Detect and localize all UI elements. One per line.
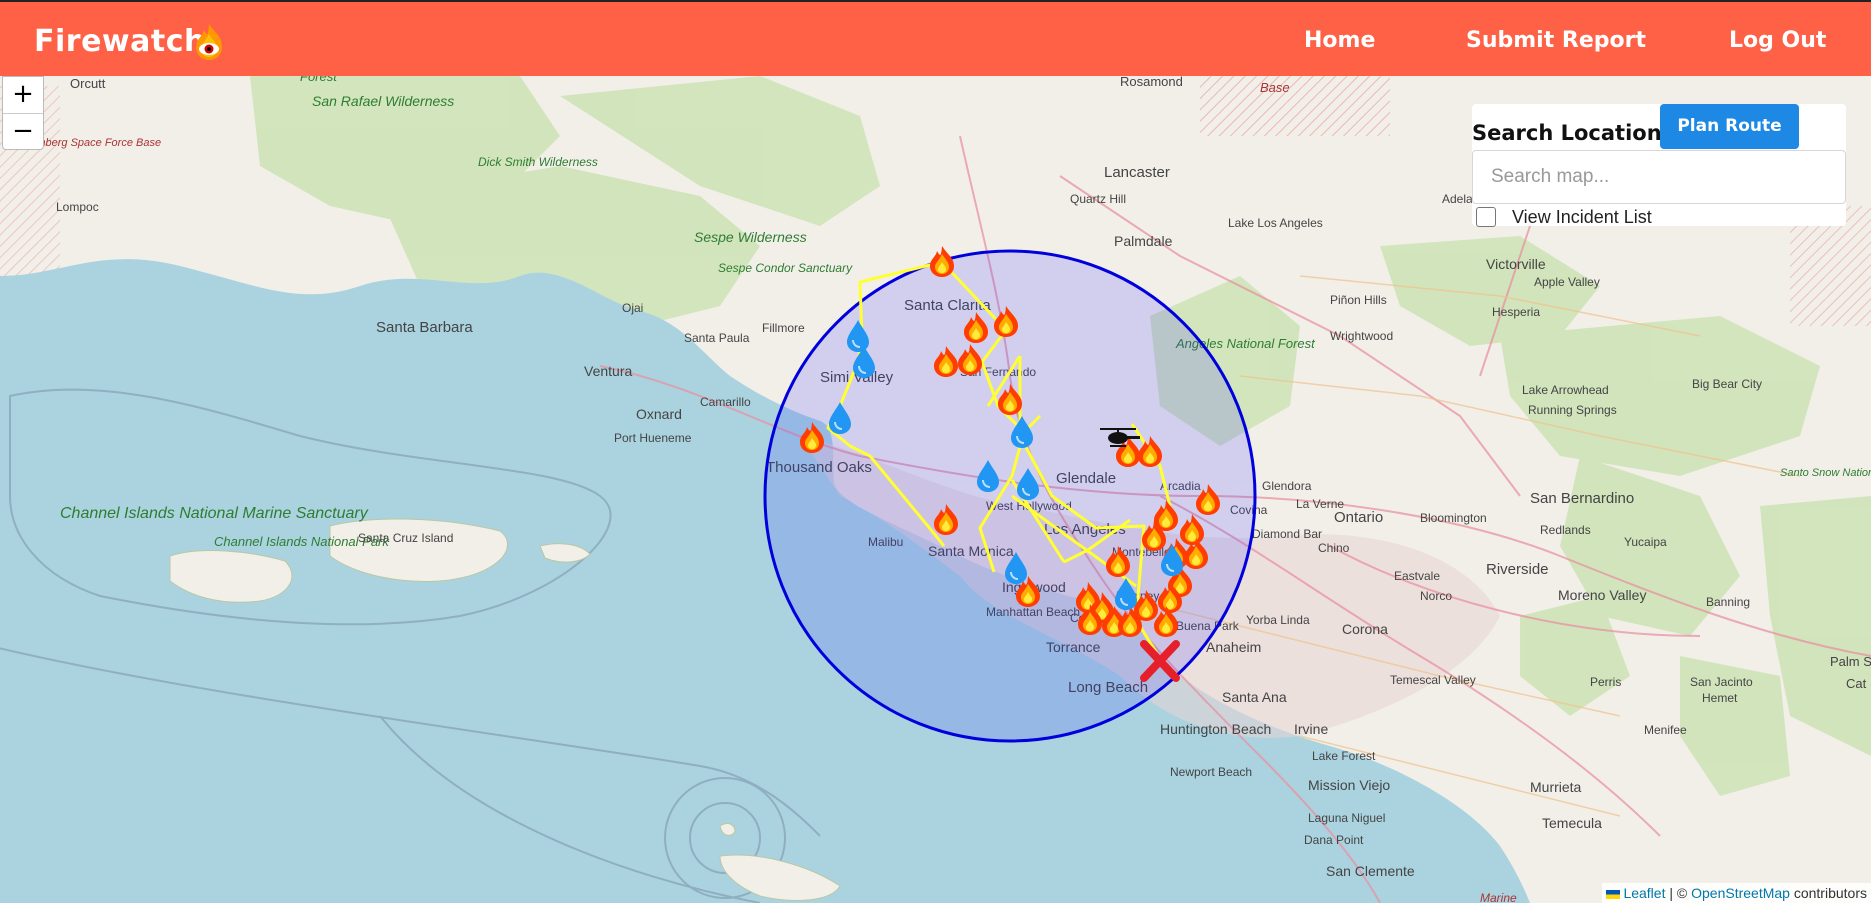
search-radius-circle (763, 249, 1257, 743)
map-place-label: Ojai (622, 301, 643, 315)
map-place-label: Murrieta (1530, 779, 1582, 795)
map-place-label: Irvine (1294, 721, 1328, 737)
map-place-label: Anaheim (1206, 639, 1261, 655)
map-place-label: Sespe Wilderness (694, 229, 807, 245)
map-place-label: Lake Arrowhead (1522, 383, 1609, 397)
map-place-label: Santa Ana (1222, 689, 1287, 705)
map-place-label: Laguna Niguel (1308, 811, 1385, 825)
map-place-label: Redlands (1540, 523, 1591, 537)
map-place-label: Marine (1480, 891, 1517, 903)
map-place-label: Glendora (1262, 479, 1312, 493)
map-place-label: Base (1260, 80, 1290, 95)
map-place-label: Quartz Hill (1070, 192, 1126, 206)
map-place-label: Santa Barbara (376, 319, 473, 336)
map-place-label: Eastvale (1394, 569, 1440, 583)
osm-link[interactable]: OpenStreetMap (1691, 885, 1790, 901)
map-place-label: San Jacinto (1690, 675, 1753, 689)
map-place-label: Apple Valley (1534, 275, 1600, 289)
search-panel: Search Location Plan Route View Incident… (1472, 104, 1846, 228)
zoom-out-button[interactable]: − (3, 113, 43, 149)
navbar: Firewatch Home Submit Report Log Out (0, 0, 1871, 76)
map-place-label: Newport Beach (1170, 765, 1252, 779)
map-place-label: Lancaster (1104, 164, 1170, 181)
ukraine-flag-icon (1606, 889, 1621, 899)
map-place-label: Sespe Condor Sanctuary (718, 261, 853, 275)
zoom-in-button[interactable]: + (3, 77, 43, 113)
map-place-label: Lake Forest (1312, 749, 1376, 763)
map-place-label: Perris (1590, 675, 1621, 689)
nav-submit-report-link[interactable]: Submit Report (1466, 28, 1646, 53)
map-area[interactable]: Orcutt Forest Rosamond Base San Rafael W… (0, 76, 1871, 903)
map-place-label: Yorba Linda (1246, 613, 1310, 627)
search-input[interactable] (1472, 150, 1846, 204)
map-place-label: Palmdale (1114, 233, 1173, 249)
map-place-label: Hesperia (1492, 305, 1540, 319)
leaflet-link[interactable]: Leaflet (1623, 885, 1665, 901)
map-place-label: Santa Cruz Island (358, 531, 453, 545)
map-place-label: Palm Springs (1830, 654, 1871, 669)
zoom-control: + − (2, 76, 44, 150)
map-place-label: Huntington Beach (1160, 721, 1271, 737)
map-place-label: Yucaipa (1624, 535, 1667, 549)
incident-list-checkbox[interactable] (1476, 207, 1496, 227)
map-place-label: Rosamond (1120, 76, 1183, 89)
map-place-label: Port Hueneme (614, 431, 692, 445)
map-place-label: Victorville (1486, 256, 1546, 272)
map-place-label: Piñon Hills (1330, 293, 1387, 307)
map-place-label: Santo Snow National Monument (1780, 467, 1871, 479)
map-place-label: Ontario (1334, 509, 1383, 526)
map-place-label: Orcutt (70, 76, 106, 91)
map-place-label: Big Bear City (1692, 377, 1762, 391)
search-location-title: Search Location (1472, 121, 1662, 145)
map-place-label: San Clemente (1326, 863, 1415, 879)
map-place-label: San Bernardino (1530, 490, 1634, 507)
map-place-label: Ventura (584, 363, 632, 379)
map-place-label: Riverside (1486, 561, 1549, 578)
map-place-label: Fillmore (762, 321, 805, 335)
attribution-separator: | © (1669, 885, 1688, 901)
map-place-label: Wrightwood (1330, 329, 1393, 343)
brand-title[interactable]: Firewatch (34, 24, 206, 59)
map-place-label: Santa Paula (684, 331, 750, 345)
nav-home-link[interactable]: Home (1304, 28, 1375, 53)
nav-log-out-link[interactable]: Log Out (1729, 28, 1826, 53)
map-attribution: Leaflet | © OpenStreetMap contributors (1602, 883, 1871, 903)
incident-list-label: View Incident List (1512, 207, 1652, 227)
map-place-label: Diamond Bar (1252, 527, 1322, 541)
attribution-suffix: contributors (1793, 885, 1867, 901)
fire-eye-icon (196, 24, 222, 60)
map-place-label: Oxnard (636, 406, 682, 422)
map-place-label: Menifee (1644, 723, 1687, 737)
map-place-label: Forest (300, 76, 338, 84)
map-place-label: Hemet (1702, 691, 1738, 705)
map-place-label: Mission Viejo (1308, 777, 1390, 793)
map-place-label: Norco (1420, 589, 1452, 603)
map-place-label: Channel Islands National Marine Sanctuar… (60, 505, 369, 522)
map-place-label: Moreno Valley (1558, 587, 1646, 603)
map-place-label: Lake Los Angeles (1228, 216, 1323, 230)
map-place-label: Bloomington (1420, 511, 1487, 525)
map-place-label: Dana Point (1304, 833, 1364, 847)
map-place-label: Temecula (1542, 815, 1602, 831)
map-place-label: San Rafael Wilderness (312, 93, 454, 109)
map-place-label: Dick Smith Wilderness (478, 155, 598, 169)
map-place-label: Chino (1318, 541, 1350, 555)
map-place-label: Cat (1846, 676, 1867, 691)
map-place-label: Running Springs (1528, 403, 1617, 417)
map-place-label: Lompoc (56, 200, 99, 214)
plan-route-button[interactable]: Plan Route (1660, 104, 1799, 149)
map-place-label: Camarillo (700, 395, 751, 409)
map-place-label: Banning (1706, 595, 1750, 609)
incident-list-toggle: View Incident List (1472, 204, 1846, 228)
map-place-label: Temescal Valley (1390, 673, 1476, 687)
map-place-label: Corona (1342, 621, 1388, 637)
